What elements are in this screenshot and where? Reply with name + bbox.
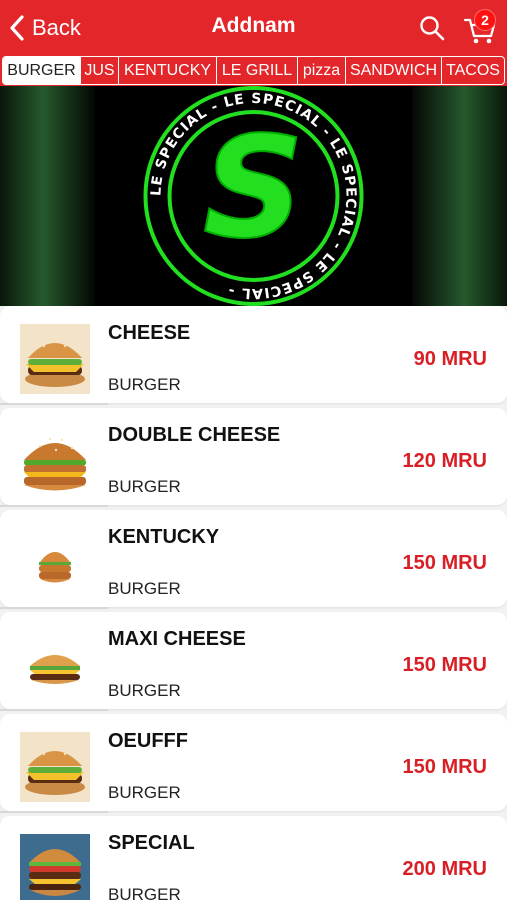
item-category: BURGER <box>108 477 181 496</box>
burger-icon <box>20 732 90 802</box>
app-root: Back Addnam 2 BURGER JUS KENTUCKY LE GRI… <box>0 0 507 900</box>
item-price: 120 MRU <box>402 450 487 472</box>
divider <box>0 505 108 507</box>
burger-icon <box>20 834 90 900</box>
item-name: MAXI CHEESE <box>108 628 246 650</box>
item-price: 200 MRU <box>402 858 487 880</box>
search-icon[interactable] <box>418 14 446 42</box>
burger-icon <box>20 528 90 598</box>
divider <box>0 811 108 813</box>
item-category: BURGER <box>108 885 181 900</box>
tab-kentucky[interactable]: KENTUCKY <box>119 57 217 84</box>
item-name: KENTUCKY <box>108 526 220 548</box>
divider <box>0 709 108 711</box>
back-label: Back <box>32 15 81 40</box>
category-tabs: BURGER JUS KENTUCKY LE GRILL pizza SANDW… <box>0 55 507 86</box>
item-price: 90 MRU <box>413 348 487 370</box>
item-category: BURGER <box>108 375 181 394</box>
list-item[interactable]: DOUBLE CHEESE BURGER 120 MRU <box>0 408 507 507</box>
tab-burger[interactable]: BURGER <box>3 57 81 84</box>
tab-jus[interactable]: JUS <box>81 57 119 84</box>
logo-letter: S <box>203 107 304 270</box>
list-item[interactable]: OEUFFF BURGER 150 MRU <box>0 714 507 813</box>
item-category: BURGER <box>108 783 181 802</box>
restaurant-logo: LE SPECIAL - LE SPECIAL - LE SPECIAL - L… <box>0 86 507 306</box>
divider <box>0 403 108 405</box>
tab-le-grill[interactable]: LE GRILL <box>217 57 298 84</box>
chevron-left-icon <box>10 15 24 41</box>
list-item[interactable]: KENTUCKY BURGER 150 MRU <box>0 510 507 609</box>
item-price: 150 MRU <box>402 654 487 676</box>
header-bar: Back Addnam 2 <box>0 0 507 55</box>
list-item[interactable]: CHEESE BURGER 90 MRU <box>0 306 507 405</box>
item-name: DOUBLE CHEESE <box>108 424 281 446</box>
tab-tacos[interactable]: TACOS <box>442 57 504 84</box>
burger-icon <box>20 324 90 394</box>
divider <box>0 607 108 609</box>
item-name: OEUFFF <box>108 730 188 752</box>
item-category: BURGER <box>108 681 181 700</box>
restaurant-banner: LE SPECIAL - LE SPECIAL - LE SPECIAL - L… <box>0 86 507 306</box>
item-price: 150 MRU <box>402 552 487 574</box>
burger-icon <box>20 630 90 700</box>
cart-count-badge: 2 <box>474 9 496 31</box>
item-category: BURGER <box>108 579 181 598</box>
burger-icon <box>20 426 90 496</box>
list-item[interactable]: MAXI CHEESE BURGER 150 MRU <box>0 612 507 711</box>
back-button[interactable]: Back <box>8 12 81 44</box>
item-price: 150 MRU <box>402 756 487 778</box>
item-name: SPECIAL <box>108 832 195 854</box>
tab-pizza[interactable]: pizza <box>298 57 346 84</box>
list-item[interactable]: SPECIAL BURGER 200 MRU <box>0 816 507 900</box>
tab-sandwich[interactable]: SANDWICH <box>346 57 442 84</box>
item-name: CHEESE <box>108 322 191 344</box>
product-list: CHEESE BURGER 90 MRU DOUBLE CHEESE BURGE… <box>0 306 507 900</box>
